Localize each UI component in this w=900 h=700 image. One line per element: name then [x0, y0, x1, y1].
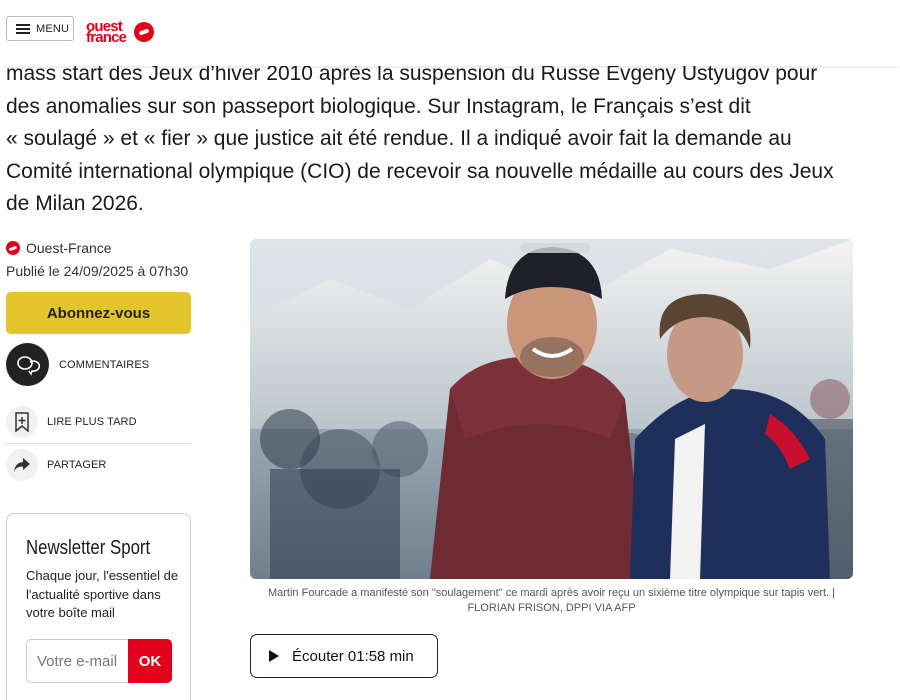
newsletter-title: Newsletter Sport	[26, 537, 151, 559]
ouest-france-logo[interactable]: ouest france	[86, 19, 156, 45]
divider	[6, 443, 191, 444]
article-body: mass start des Jeux d’hiver 2010 après l…	[6, 58, 866, 221]
article-line: « soulagé » et « fier » que justice ait …	[6, 127, 792, 150]
listen-label: Écouter 01:58 min	[292, 647, 414, 665]
photo-credit: FLORIAN FRISON, DPPI VIA AFP	[467, 601, 636, 614]
newsletter-box: Newsletter Sport Chaque jour, l'essentie…	[6, 513, 191, 700]
publication-date: Publié le 24/09/2025 à 07h30	[6, 263, 189, 279]
hamburger-icon	[16, 23, 30, 34]
article-line: Comité international olympique (CIO) de …	[6, 159, 834, 183]
bookmark-plus-icon	[6, 406, 38, 438]
share-arrow-icon	[6, 449, 38, 481]
share-label: PARTAGER	[47, 459, 107, 471]
comments-label: COMMENTAIRES	[59, 358, 150, 371]
comments-icon	[6, 343, 49, 386]
newsletter-submit-button[interactable]: OK	[128, 639, 172, 683]
read-later-label: LIRE PLUS TARD	[47, 416, 137, 428]
subscribe-button[interactable]: Abonnez-vous	[6, 292, 191, 334]
ouest-france-mark-icon	[6, 241, 20, 255]
comments-button[interactable]: COMMENTAIRES	[6, 343, 191, 386]
share-button[interactable]: PARTAGER	[6, 449, 191, 481]
source-name: Ouest-France	[26, 240, 112, 256]
menu-button[interactable]: MENU	[6, 16, 74, 41]
read-later-button[interactable]: LIRE PLUS TARD	[6, 406, 191, 438]
top-bar: MENU ouest france	[0, 0, 900, 66]
logo-mark-icon	[134, 22, 154, 42]
newsletter-description: Chaque jour, l'essentiel de l'actualité …	[26, 568, 179, 620]
listen-audio-button[interactable]: Écouter 01:58 min	[250, 634, 438, 678]
play-icon	[269, 650, 279, 662]
logo-word-france: france	[86, 29, 127, 46]
article-line: de Milan 2026.	[6, 192, 144, 215]
article-line: des anomalies sur son passeport biologiq…	[6, 94, 751, 118]
article-source[interactable]: Ouest-France	[6, 240, 112, 256]
photo-caption: Martin Fourcade a manifesté son "soulage…	[250, 586, 853, 615]
menu-label: MENU	[36, 22, 70, 35]
photo-caption-text: Martin Fourcade a manifesté son "soulage…	[267, 587, 836, 599]
newsletter-email-input[interactable]	[26, 639, 129, 683]
article-photo	[250, 239, 853, 579]
